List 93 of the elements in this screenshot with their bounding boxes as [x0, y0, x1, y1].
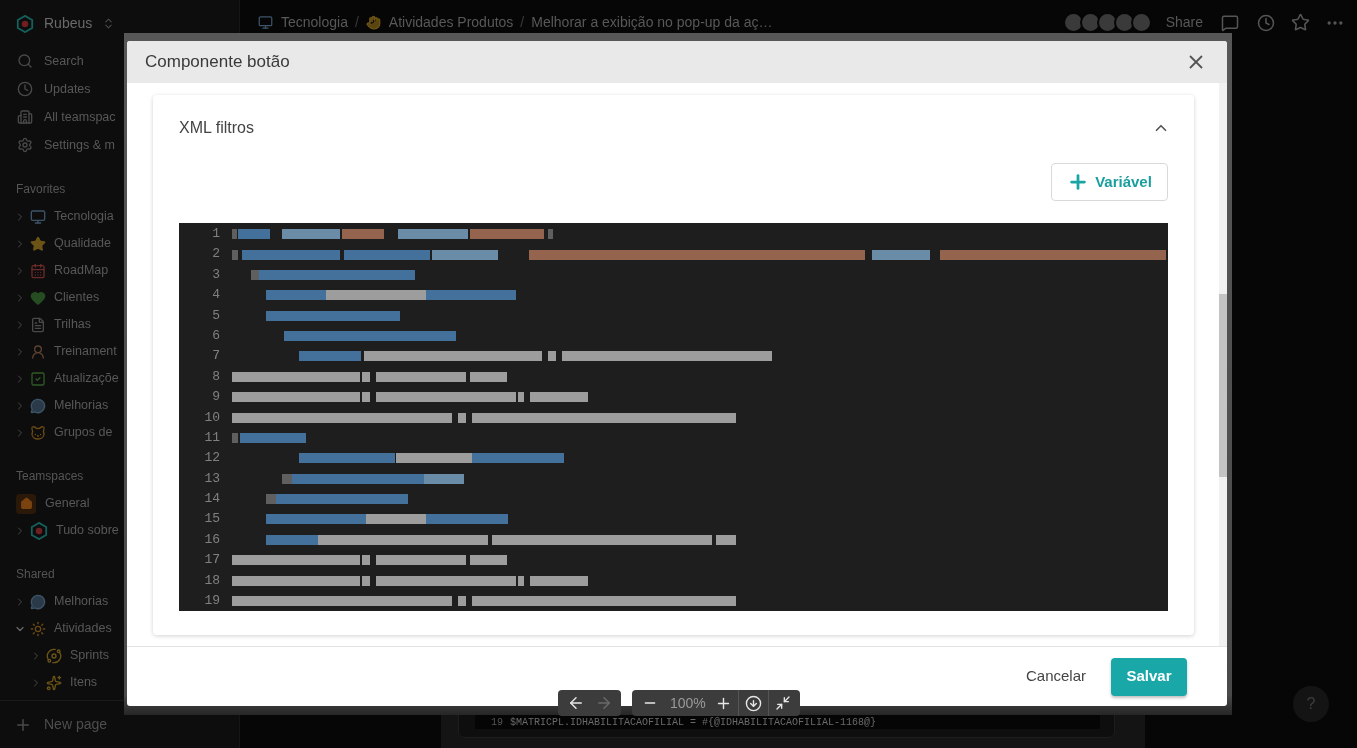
workspace-switcher[interactable]: Rubeus — [16, 13, 116, 34]
sun-icon — [30, 620, 46, 637]
new-page-button[interactable]: New page — [14, 714, 108, 735]
monitor-icon — [258, 15, 273, 30]
star-icon — [30, 235, 46, 252]
avatar — [1113, 12, 1135, 33]
person-icon — [30, 343, 46, 360]
line-number: 1 — [212, 225, 220, 243]
house-icon — [16, 493, 36, 514]
avatar — [1062, 12, 1084, 33]
breadcrumb-link[interactable]: Atividades Produtos — [365, 12, 514, 33]
sparkle-icon — [46, 674, 62, 691]
hexagon-logo-icon — [30, 521, 48, 540]
settings-icon — [17, 137, 33, 153]
section-heading: Shared — [16, 566, 55, 583]
line-number: 9 — [212, 388, 220, 407]
line-number: 11 — [204, 428, 220, 447]
breadcrumb-link[interactable]: Tecnologia — [258, 12, 348, 33]
sidebar-nav-item[interactable]: Search — [17, 51, 84, 71]
zoom-level: 100% — [670, 693, 706, 713]
line-number: 15 — [204, 510, 220, 529]
collapse-icon[interactable] — [774, 695, 791, 711]
section-heading: Favorites — [16, 181, 66, 198]
help-button[interactable]: ? — [1293, 686, 1329, 722]
sidebar-nav-item[interactable]: All teamspac — [17, 107, 116, 127]
hexagon-logo-icon — [16, 14, 34, 33]
scrollbar[interactable] — [1219, 83, 1227, 646]
breadcrumb-separator: / — [520, 13, 525, 32]
clock-icon[interactable] — [1257, 13, 1275, 32]
sidebar-item[interactable]: Tecnologia — [30, 207, 114, 226]
download-icon[interactable] — [744, 694, 762, 712]
sidebar-item[interactable]: Melhorias — [30, 592, 109, 611]
star-icon[interactable] — [1291, 13, 1310, 32]
comment-icon[interactable] — [1221, 13, 1239, 32]
line-number: 2 — [212, 245, 220, 264]
calendar-icon — [30, 262, 46, 279]
heart-icon — [30, 289, 46, 306]
line-number: 17 — [204, 551, 220, 570]
speech-bubble-icon — [30, 593, 46, 610]
line-number: 13 — [204, 469, 220, 488]
dialog-title: Componente botão — [145, 51, 290, 74]
sidebar-item[interactable]: General — [16, 493, 90, 514]
orbit-icon — [46, 647, 62, 664]
cancel-button[interactable]: Cancelar — [1013, 657, 1098, 696]
line-number: 3 — [212, 265, 220, 284]
share-button[interactable]: Share — [1165, 12, 1203, 33]
add-variable-button[interactable]: Variável — [1051, 163, 1168, 201]
building-icon — [17, 109, 33, 125]
sidebar-nav-item[interactable]: Updates — [17, 79, 91, 99]
sidebar-nav-item[interactable]: Settings & m — [17, 135, 115, 155]
sidebar-item[interactable]: Grupos de — [30, 423, 113, 442]
sidebar-item[interactable]: Itens — [46, 673, 98, 692]
section-title: XML filtros — [179, 118, 254, 138]
sidebar-item[interactable]: Qualidade — [30, 234, 111, 253]
cat-icon — [30, 424, 46, 441]
line-number: 7 — [212, 347, 220, 366]
line-number: 19 — [491, 717, 503, 728]
hand-icon — [365, 15, 381, 30]
avatar — [1130, 12, 1152, 33]
sidebar-item[interactable]: Melhorias — [30, 396, 109, 415]
line-number: 19 — [204, 592, 220, 611]
sidebar-item[interactable]: Clientes — [30, 288, 100, 307]
line-number: 10 — [204, 408, 220, 427]
line-number: 8 — [212, 367, 220, 386]
line-number: 4 — [212, 286, 220, 305]
sidebar-item[interactable]: Tudo sobre — [30, 521, 119, 540]
sidebar-item[interactable]: Treinament — [30, 342, 117, 361]
line-number: 6 — [212, 326, 220, 345]
section-heading: Teamspaces — [16, 468, 84, 485]
avatar — [1096, 12, 1118, 33]
save-button[interactable]: Salvar — [1111, 657, 1187, 696]
breadcrumb-separator: / — [354, 13, 359, 32]
breadcrumb-link[interactable]: Melhorar a exibição no pop-up da aç… — [531, 12, 773, 33]
line-number: 18 — [204, 571, 220, 590]
checkbox-icon — [30, 370, 46, 387]
line-number: 14 — [204, 490, 220, 509]
avatar — [1079, 12, 1101, 33]
sidebar-item[interactable]: Sprints — [46, 646, 109, 665]
document-icon — [30, 316, 46, 333]
line-number: 12 — [204, 449, 220, 468]
line-number: 5 — [212, 306, 220, 325]
code-line: $MATRICPL.IDHABILITACAOFILIAL = #{@IDHABILITACAOFILIAL-1168@} — [510, 717, 877, 728]
sidebar-item[interactable]: Atividades — [30, 619, 112, 638]
monitor-icon — [30, 208, 46, 225]
scrollbar-thumb[interactable] — [1219, 294, 1227, 477]
sidebar-item[interactable]: Trilhas — [30, 315, 92, 334]
sidebar-item[interactable]: RoadMap — [30, 261, 109, 280]
search-icon — [17, 53, 33, 69]
code-editor[interactable]: 1 2 3 4 5 6 7 8 9 10 11 12 13 14 15 16 17 18 19 — [179, 223, 1168, 611]
clock-icon — [17, 81, 33, 97]
speech-bubble-icon — [30, 397, 46, 414]
line-number: 16 — [204, 530, 220, 549]
sidebar-item[interactable]: Atualizaçõe — [30, 369, 119, 388]
